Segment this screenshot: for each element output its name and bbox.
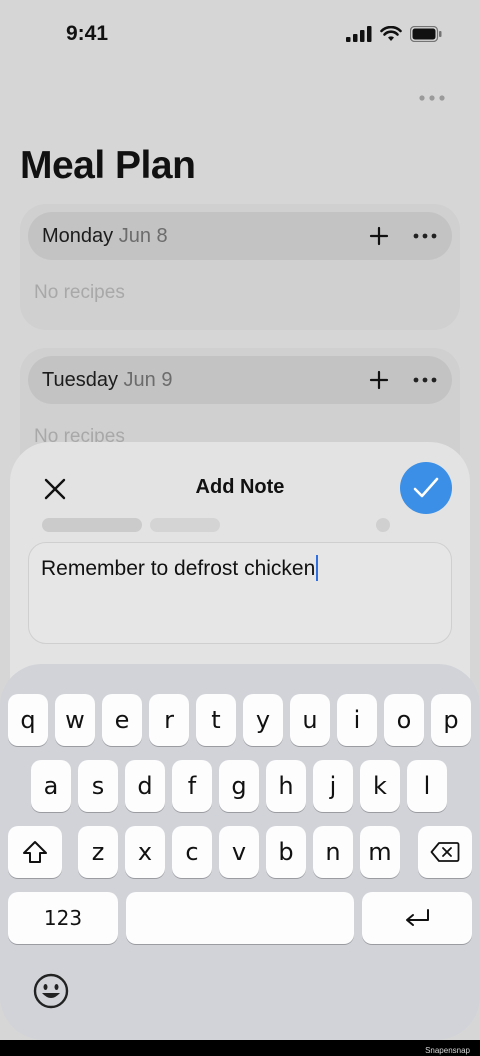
no-recipes-text: No recipes: [34, 282, 125, 303]
key-v[interactable]: v: [219, 826, 259, 878]
day-card-monday: Monday Jun 8 No recipes: [20, 204, 460, 330]
keyboard: q w e r t y u i o p a s d f g h j k l z …: [0, 664, 480, 1040]
page-title: Meal Plan: [20, 144, 196, 187]
space-key[interactable]: [126, 892, 354, 944]
day-header-monday[interactable]: Monday Jun 8: [28, 212, 452, 260]
emoji-icon[interactable]: [32, 972, 70, 1010]
status-icons: [346, 26, 442, 42]
key-s[interactable]: s: [78, 760, 118, 812]
key-e[interactable]: e: [102, 694, 142, 746]
key-y[interactable]: y: [243, 694, 283, 746]
key-j[interactable]: j: [313, 760, 353, 812]
day-title: Monday Jun 8: [42, 225, 168, 248]
key-w[interactable]: w: [55, 694, 95, 746]
key-g[interactable]: g: [219, 760, 259, 812]
watermark: Snapensnap: [425, 1046, 470, 1055]
key-h[interactable]: h: [266, 760, 306, 812]
note-text-field[interactable]: Remember to defrost chicken: [28, 542, 452, 644]
key-t[interactable]: t: [196, 694, 236, 746]
return-icon: [406, 909, 429, 926]
day-date: Jun 9: [123, 369, 173, 391]
text-caret: [316, 555, 319, 581]
key-o[interactable]: o: [384, 694, 424, 746]
numbers-key[interactable]: 123: [8, 892, 118, 944]
day-date: Jun 8: [118, 225, 168, 247]
shift-icon: [23, 841, 47, 863]
more-options-icon[interactable]: [418, 88, 446, 108]
key-c[interactable]: c: [172, 826, 212, 878]
day-header-tuesday[interactable]: Tuesday Jun 9: [28, 356, 452, 404]
day-more-icon[interactable]: [412, 226, 438, 246]
key-l[interactable]: l: [407, 760, 447, 812]
keyboard-row-2: a s d f g h j k l: [0, 760, 480, 812]
key-a[interactable]: a: [31, 760, 71, 812]
checkmark-icon: [413, 477, 439, 498]
keyboard-row-3: z x c v b n m: [0, 826, 480, 878]
day-more-icon[interactable]: [412, 370, 438, 390]
day-name: Monday: [42, 225, 114, 247]
screen: 9:41 Meal Plan Monday Jun 8 No recipes T…: [0, 0, 480, 1040]
key-m[interactable]: m: [360, 826, 400, 878]
delete-key[interactable]: [418, 826, 472, 878]
key-z[interactable]: z: [78, 826, 118, 878]
key-f[interactable]: f: [172, 760, 212, 812]
key-u[interactable]: u: [290, 694, 330, 746]
key-d[interactable]: d: [125, 760, 165, 812]
footer-bar: [0, 1040, 480, 1056]
keyboard-row-4: 123: [0, 892, 480, 944]
confirm-button[interactable]: [400, 462, 452, 514]
backspace-icon: [430, 842, 460, 862]
key-i[interactable]: i: [337, 694, 377, 746]
wifi-icon: [380, 26, 402, 41]
key-x[interactable]: x: [125, 826, 165, 878]
shift-key[interactable]: [8, 826, 62, 878]
battery-icon: [410, 26, 442, 42]
add-icon[interactable]: [368, 369, 390, 391]
key-q[interactable]: q: [8, 694, 48, 746]
background-row-shadow: [42, 518, 390, 532]
key-k[interactable]: k: [360, 760, 400, 812]
key-n[interactable]: n: [313, 826, 353, 878]
add-icon[interactable]: [368, 225, 390, 247]
note-text: Remember to defrost chicken: [41, 557, 316, 580]
keyboard-row-1: q w e r t y u i o p: [0, 694, 480, 746]
return-key[interactable]: [362, 892, 472, 944]
day-name: Tuesday: [42, 369, 118, 391]
status-time: 9:41: [66, 22, 109, 45]
cellular-signal-icon: [346, 26, 372, 42]
key-b[interactable]: b: [266, 826, 306, 878]
key-r[interactable]: r: [149, 694, 189, 746]
status-bar: 9:41: [0, 0, 480, 70]
day-title: Tuesday Jun 9: [42, 369, 172, 392]
key-p[interactable]: p: [431, 694, 471, 746]
